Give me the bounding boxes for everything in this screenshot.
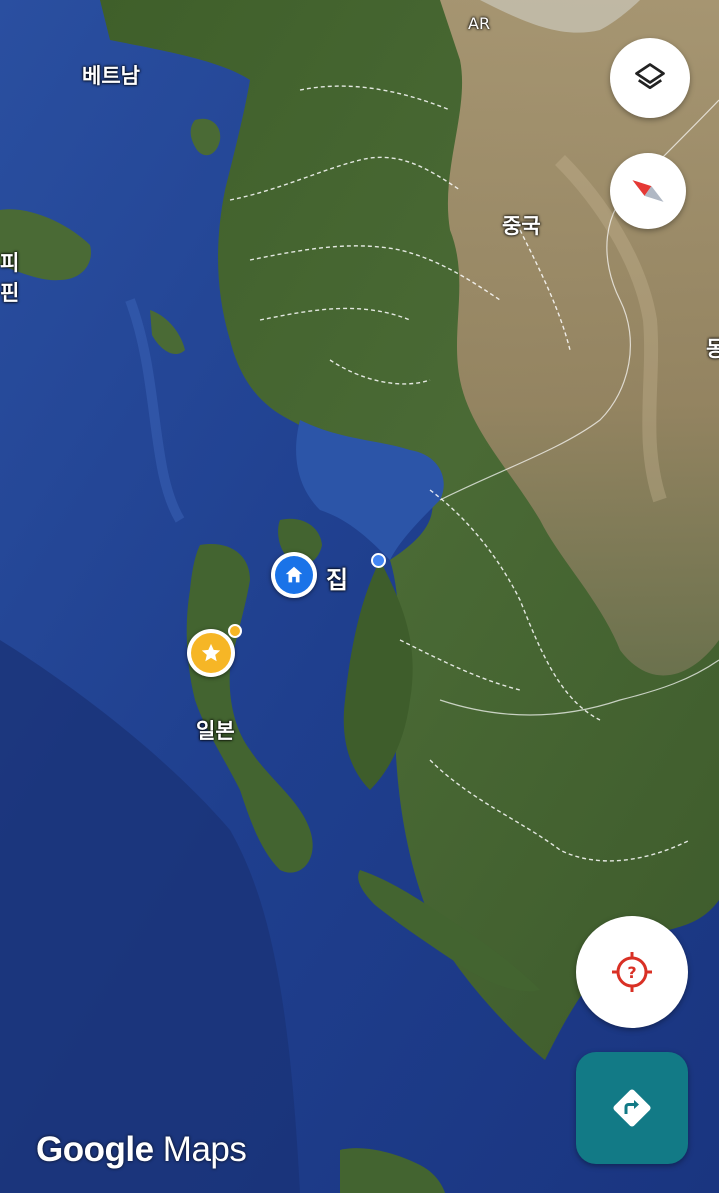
layers-icon: [635, 63, 665, 90]
home-label[interactable]: 집: [326, 560, 348, 595]
home-icon: [275, 556, 313, 594]
starred-place-marker[interactable]: [187, 629, 235, 677]
location-unknown-icon: ?: [612, 952, 652, 992]
label-philippines-partial: 피핀: [0, 251, 20, 305]
compass-icon: [632, 180, 664, 202]
svg-text:?: ?: [627, 963, 636, 982]
label-edge-partial: 몽: [706, 337, 719, 361]
label-china: 중국: [502, 214, 541, 238]
current-location-dot[interactable]: [371, 553, 386, 568]
star-icon: [191, 633, 231, 673]
logo-google: Google: [36, 1130, 154, 1169]
starred-place-dot: [228, 624, 242, 638]
my-location-button[interactable]: ?: [576, 916, 688, 1028]
compass-button[interactable]: [610, 153, 686, 229]
label-vietnam: 베트남: [82, 64, 140, 88]
logo-maps: Maps: [162, 1130, 247, 1169]
google-maps-logo: Google Maps: [36, 1130, 247, 1170]
directions-icon: [613, 1089, 651, 1127]
home-marker[interactable]: [271, 552, 317, 598]
directions-button[interactable]: [576, 1052, 688, 1164]
layers-button[interactable]: [610, 38, 690, 118]
label-japan: 일본: [196, 719, 235, 743]
label-top-code: AR: [468, 14, 491, 33]
